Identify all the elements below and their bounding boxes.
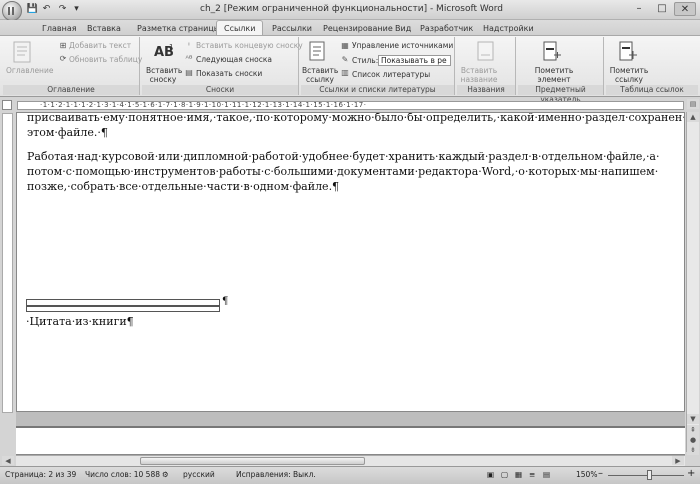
bibliography-button[interactable]: Список литературы [352, 70, 430, 79]
caption-text: ·Цитата·из·книги¶ [26, 315, 134, 328]
scroll-up-icon[interactable]: ▲ [687, 112, 699, 122]
tab-selector[interactable] [2, 100, 12, 110]
group-toa-label: Таблица ссылок [606, 85, 698, 95]
tab-insert[interactable]: Вставка [87, 22, 121, 35]
qat-customize-icon[interactable]: ▾ [70, 3, 83, 16]
office-logo-icon [8, 7, 16, 15]
insert-caption-button[interactable]: Вставить название [458, 66, 500, 84]
group-citations-label: Ссылки и списки литературы [301, 85, 454, 95]
tab-review[interactable]: Рецензирование [323, 22, 393, 35]
prev-page-icon[interactable]: ⇞ [687, 425, 699, 435]
doc-paragraph-2-line-3: позже,·собрать·все·отдельные·части·в·одн… [27, 180, 340, 193]
group-toc-label: Оглавление [3, 85, 139, 95]
zoom-out-icon[interactable]: – [598, 468, 603, 479]
add-text-icon: ⊞ [59, 41, 67, 50]
style-icon: ✎ [341, 55, 349, 64]
zoom-in-icon[interactable]: + [687, 468, 695, 479]
view-full-screen-icon[interactable]: ▢ [501, 470, 508, 479]
tab-developer[interactable]: Разработчик [420, 22, 473, 35]
page-gap [16, 412, 685, 426]
tab-mailings[interactable]: Рассылки [272, 22, 312, 35]
next-footnote-icon: ᴬᴮ [185, 54, 193, 63]
view-print-layout-icon[interactable]: ▣ [487, 470, 494, 479]
group-captions-label: Названия [457, 85, 515, 95]
next-page[interactable] [16, 426, 685, 455]
update-table-button[interactable]: Обновить таблицу [69, 55, 142, 64]
insert-endnote-button[interactable]: Вставить концевую сноску [196, 41, 303, 50]
tab-home[interactable]: Главная [42, 22, 77, 35]
style-select[interactable]: Показывать в ре [378, 55, 451, 66]
word-count[interactable]: Число слов: 10 588 [85, 470, 160, 479]
next-page-icon[interactable]: ⇟ [687, 445, 699, 455]
view-outline-icon[interactable]: ≡ [529, 470, 535, 479]
insert-caption-icon [475, 41, 497, 63]
insert-citation-icon [307, 41, 329, 63]
group-index-label: Предметный указатель [518, 85, 603, 104]
manage-sources-icon: ▦ [341, 41, 349, 50]
window-title: ch_2 [Режим ограниченной функциональност… [200, 4, 503, 14]
group-footnotes-label: Сноски [142, 85, 298, 95]
insert-footnote-button[interactable]: Вставить сноску [146, 66, 182, 84]
table-row[interactable] [26, 306, 220, 312]
mark-entry-button[interactable]: Пометить элемент [530, 66, 578, 84]
bibliography-icon: ▥ [341, 68, 349, 77]
mark-citation-button[interactable]: Пометить ссылку [607, 66, 651, 84]
manage-sources-button[interactable]: Управление источниками [352, 41, 453, 50]
toc-icon [12, 41, 34, 63]
redo-icon[interactable]: ↷ [56, 3, 69, 16]
scroll-right-icon[interactable]: ▶ [672, 456, 684, 465]
office-button[interactable] [2, 1, 22, 21]
zoom-slider-thumb[interactable] [647, 470, 652, 480]
document-page[interactable]: присваивать·ему·понятное·имя,·такое,·по·… [16, 112, 685, 412]
style-label: Стиль: [352, 56, 379, 65]
minimize-button[interactable]: – [628, 2, 650, 16]
tab-page-layout[interactable]: Разметка страницы [137, 22, 220, 35]
doc-paragraph-1-line-1: присваивать·ему·понятное·имя,·такое,·по·… [27, 112, 685, 124]
table-end-mark: ¶ [222, 296, 229, 307]
insert-footnote-icon: AB 1 [153, 41, 175, 63]
scroll-down-icon[interactable]: ▼ [687, 414, 699, 424]
update-table-icon: ⟳ [59, 54, 67, 63]
toc-button[interactable]: Оглавление [6, 66, 53, 75]
zoom-slider[interactable] [608, 475, 684, 476]
insert-citation-button[interactable]: Вставить ссылку [302, 66, 338, 84]
tab-addins[interactable]: Надстройки [483, 22, 534, 35]
browse-object-icon[interactable]: ● [687, 435, 699, 445]
doc-paragraph-2-line-1: Работая·над·курсовой·или·дипломной·работ… [27, 150, 660, 163]
svg-text:1: 1 [169, 43, 173, 51]
tab-view[interactable]: Вид [395, 22, 411, 35]
view-web-icon[interactable]: ▦ [515, 470, 522, 479]
undo-icon[interactable]: ↶ [40, 3, 53, 16]
maximize-button[interactable]: □ [651, 2, 673, 16]
insert-endnote-icon: ⁱ [188, 41, 190, 50]
language-indicator[interactable]: русский [183, 470, 215, 479]
doc-paragraph-2-line-2: потом·с·помощью·инструментов·работы·с·бо… [27, 165, 659, 178]
next-footnote-button[interactable]: Следующая сноска [196, 55, 272, 64]
ruler-numbers: ·1·1·2·1·1·1·2·1·3·1·4·1·5·1·6·1·7·1·8·1… [40, 101, 367, 109]
zoom-level[interactable]: 150% [576, 470, 597, 479]
show-notes-icon: ▤ [185, 68, 193, 77]
show-notes-button[interactable]: Показать сноски [196, 69, 262, 78]
vertical-scrollbar[interactable] [686, 112, 699, 452]
mark-entry-icon [540, 41, 562, 63]
close-button[interactable]: ✕ [674, 2, 696, 16]
scroll-left-icon[interactable]: ◀ [2, 456, 14, 465]
proofing-icon[interactable]: ⚙ [162, 470, 169, 479]
table-row[interactable] [26, 299, 220, 306]
save-icon[interactable]: 💾 [26, 3, 39, 16]
tab-references[interactable]: Ссылки [216, 20, 264, 36]
vertical-ruler[interactable] [2, 113, 13, 413]
track-changes-indicator[interactable]: Исправления: Выкл. [236, 470, 316, 479]
mark-citation-icon [617, 41, 639, 63]
add-text-button[interactable]: Добавить текст [69, 41, 131, 50]
horizontal-scroll-thumb[interactable] [140, 457, 365, 465]
view-draft-icon[interactable]: ▤ [543, 470, 550, 479]
page-indicator[interactable]: Страница: 2 из 39 [5, 470, 76, 479]
doc-paragraph-1-line-2: этом·файле.·¶ [27, 126, 108, 139]
ruler-toggle-icon[interactable]: ▤ [687, 99, 699, 109]
